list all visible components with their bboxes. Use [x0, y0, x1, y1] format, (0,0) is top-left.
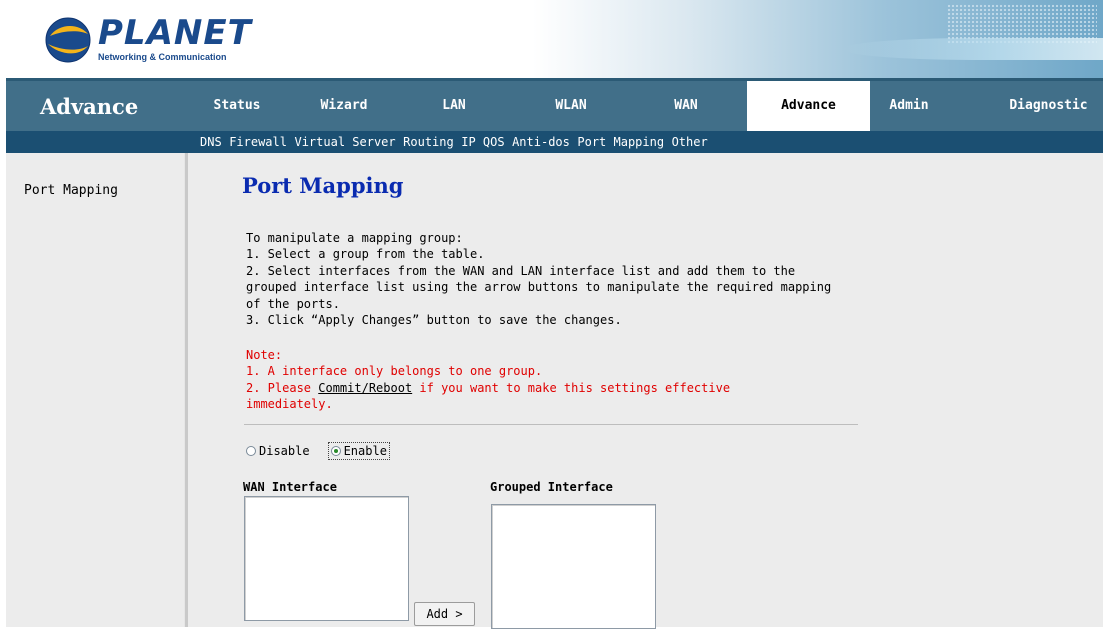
tab-diagnostic[interactable]: Diagnostic: [994, 81, 1103, 131]
page-title: Port Mapping: [242, 173, 404, 198]
grouped-interface-list[interactable]: [491, 504, 656, 629]
disable-radio[interactable]: Disable: [246, 444, 310, 458]
tab-wan[interactable]: WAN: [656, 81, 716, 131]
note-line: 1. A interface only belongs to one group…: [246, 364, 543, 379]
tab-status[interactable]: Status: [194, 81, 280, 131]
main-content: Port Mapping To manipulate a mapping gro…: [188, 153, 1103, 629]
radio-checked-icon: [330, 446, 341, 456]
sub-nav-bar: DNS Firewall Virtual Server Routing IP Q…: [6, 131, 1103, 154]
subnav-routing[interactable]: Routing: [403, 131, 454, 153]
grouped-interface-label: Grouped Interface: [490, 480, 613, 494]
note-block: Note: 1. A interface only belongs to one…: [246, 347, 806, 413]
wan-interface-label: WAN Interface: [243, 480, 337, 494]
instructions: To manipulate a mapping group: 1. Select…: [246, 230, 846, 328]
sidebar: Port Mapping: [6, 153, 184, 627]
note-heading: Note:: [246, 348, 283, 362]
subnav-anti-dos[interactable]: Anti-dos: [512, 131, 570, 153]
enable-radio-label: Enable: [343, 444, 387, 458]
wan-interface-list[interactable]: [244, 496, 409, 621]
subnav-other[interactable]: Other: [672, 131, 708, 153]
sidebar-item-port-mapping[interactable]: Port Mapping: [24, 183, 118, 198]
tab-admin[interactable]: Admin: [874, 81, 944, 131]
subnav-port-mapping[interactable]: Port Mapping: [577, 131, 664, 153]
add-button[interactable]: Add >: [414, 602, 475, 626]
tab-wlan[interactable]: WLAN: [536, 81, 606, 131]
top-nav-bar: Advance Status Wizard LAN WLAN WAN Advan…: [6, 78, 1103, 131]
disable-radio-label: Disable: [259, 444, 310, 458]
section-title: Advance: [40, 94, 139, 119]
subnav-firewall[interactable]: Firewall: [229, 131, 287, 153]
header-banner: PLANET Networking & Communication: [6, 0, 1103, 78]
logo-name: PLANET: [98, 13, 252, 53]
mode-radio-group: Disable Enable: [246, 442, 390, 460]
instruction-line: 1. Select a group from the table.: [246, 247, 485, 262]
instruction-line: To manipulate a mapping group:: [246, 231, 463, 245]
tab-wizard[interactable]: Wizard: [294, 81, 394, 131]
planet-globe-icon: [45, 17, 91, 63]
commit-reboot-link[interactable]: Commit/Reboot: [318, 381, 412, 395]
enable-radio[interactable]: Enable: [330, 444, 387, 458]
subnav-ip-qos[interactable]: IP QOS: [461, 131, 504, 153]
enable-focus-outline: Enable: [327, 442, 390, 460]
subnav-dns[interactable]: DNS: [200, 131, 222, 153]
subnav-virtual-server[interactable]: Virtual Server: [294, 131, 395, 153]
note-line: 2. Please Commit/Reboot if you want to m…: [246, 380, 806, 413]
tab-advance[interactable]: Advance: [747, 81, 870, 131]
instruction-line: 2. Select interfaces from the WAN and LA…: [246, 263, 832, 311]
note-line2-prefix: 2. Please: [246, 380, 319, 395]
logo-subtitle: Networking & Communication: [98, 52, 227, 62]
tab-lan[interactable]: LAN: [424, 81, 484, 131]
divider: [244, 424, 858, 425]
instruction-line: 3. Click “Apply Changes” button to save …: [246, 313, 622, 328]
banner-wave: [843, 38, 1103, 60]
radio-unchecked-icon: [246, 446, 256, 456]
planet-logo: PLANET Networking & Communication: [44, 16, 252, 64]
